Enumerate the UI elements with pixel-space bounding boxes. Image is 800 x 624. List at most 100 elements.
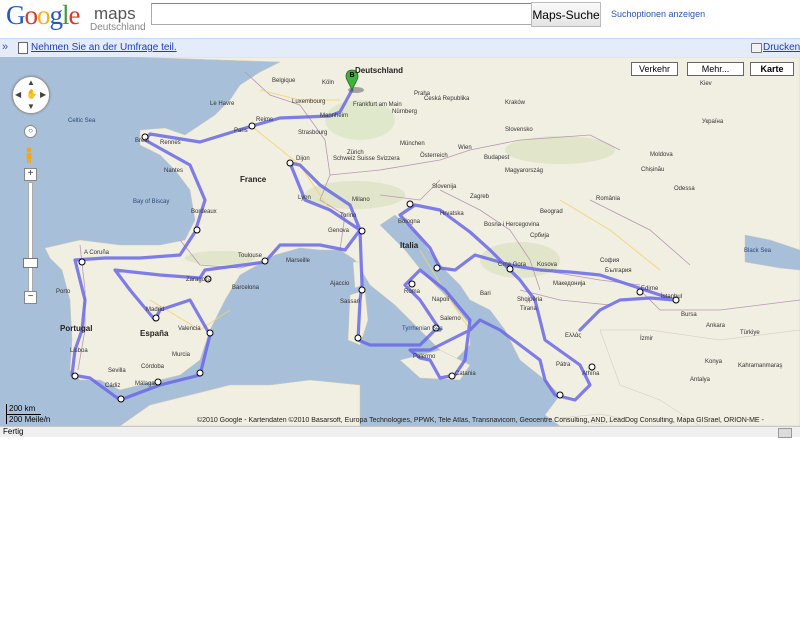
label-koln: Köln [322,80,334,86]
label-milano: Milano [352,197,370,203]
label-izmir: İzmir [640,335,653,342]
map-svg: B Deutschland France España Italia Portu… [44,57,800,426]
label-rennes: Rennes [160,140,181,146]
label-black-sea: Black Sea [744,248,772,254]
label-toulouse: Toulouse [238,253,263,259]
label-magyarorszag: Magyarország [505,168,543,174]
info-bar: » Nehmen Sie an der Umfrage teil. Drucke… [0,38,800,58]
zoom-slider-track[interactable] [28,182,33,292]
label-roma: Roma [404,289,421,295]
survey-link[interactable]: Nehmen Sie an der Umfrage teil. [31,42,177,53]
label-sassari: Sassari [340,299,360,305]
label-murcia: Murcia [172,352,191,358]
label-sofia: София [600,258,619,264]
reset-view-button[interactable]: ○ [24,125,37,138]
label-deutschland: Deutschland [355,66,403,75]
label-srbija: Србија [530,233,550,239]
label-slovenija: Slovenija [432,184,457,190]
label-zagreb: Zagreb [470,194,490,200]
label-nurnberg: Nürnberg [392,109,417,115]
label-istanbul: İstanbul [661,293,682,300]
label-schweiz: Schweiz Suisse Svizzera [333,156,400,162]
label-genova: Genova [328,228,350,234]
label-le-havre: Le Havre [210,101,235,107]
label-wien: Wien [458,145,472,151]
label-catania: Catania [455,371,476,377]
label-konya: Konya [705,359,723,365]
label-romania: România [596,196,621,202]
logo-product: maps [94,4,136,23]
label-nantes: Nantes [164,168,183,174]
expand-panel-icon[interactable]: » [2,41,8,53]
pan-right-icon[interactable]: ▶ [40,91,46,99]
label-edirne: Edirne [641,286,659,292]
label-turkiye: Türkiye [740,330,760,336]
label-shqiperia: Shqipëria [517,297,543,303]
pan-left-icon[interactable]: ◀ [15,91,21,99]
zoom-in-button[interactable]: + [24,168,37,181]
label-lyon: Lyon [298,195,311,201]
pan-up-icon[interactable]: ▲ [27,79,35,87]
label-tirana: Tirana [520,306,537,312]
label-bologna: Bologna [398,219,421,225]
search-input[interactable] [151,3,539,25]
status-icon [778,428,792,438]
label-zaragoza: Zaragoza [186,277,212,283]
zoom-out-button[interactable]: − [24,291,37,304]
traffic-button[interactable]: Verkehr [631,62,678,76]
status-bar: Fertig [0,426,800,438]
label-bulgaria: България [605,268,632,274]
label-kyiv: Kiev [700,81,712,87]
print-link[interactable]: Drucken [763,42,800,53]
zoom-slider-handle[interactable] [23,258,38,268]
label-salerno: Salerno [440,316,461,322]
label-crna-gora: Crna Gora [498,262,527,268]
status-text: Fertig [3,427,24,436]
label-torino: Torino [340,213,357,219]
label-portugal: Portugal [60,324,92,333]
pan-control[interactable]: ▲ ◀ ▶ ▼ ✋ [12,76,50,114]
pan-down-icon[interactable]: ▼ [27,103,35,111]
label-luxembourg: Luxembourg [292,99,325,105]
street-view-pegman-icon[interactable] [25,147,33,163]
scale-km: 200 km [6,404,41,415]
map-canvas[interactable]: B Deutschland France España Italia Portu… [0,57,800,426]
scale-bar: 200 km 200 Meile/n [6,404,66,424]
label-osterreich: Österreich [420,152,448,159]
logo-country: Deutschland [90,22,146,33]
label-cadiz: Cádiz [105,383,120,389]
label-dijon: Dijon [296,156,310,162]
label-athina: Athína [582,371,600,377]
label-ellas: Ελλάς [565,332,581,339]
label-kosovo: Kosova [537,262,558,268]
clipboard-icon [18,42,28,54]
header: Google maps Deutschland Maps-Suche Sucho… [0,0,800,38]
label-france: France [240,175,267,184]
map-type-button[interactable]: Karte [750,62,794,76]
maps-search-button[interactable]: Maps-Suche [531,2,601,27]
label-reims: Reims [256,117,273,123]
label-mannheim: Mannheim [320,113,348,119]
label-napoli: Napoli [432,297,449,303]
label-strasbourg: Strasbourg [298,130,327,136]
label-a-coruna: A Coruña [84,250,110,256]
more-button[interactable]: Mehr... [687,62,744,76]
search-options-link[interactable]: Suchoptionen anzeigen [611,9,705,19]
label-zurich: Zürich [347,150,364,156]
label-bursa: Bursa [681,312,697,318]
label-lisboa: Lisboa [70,348,88,354]
label-cordoba: Córdoba [141,364,165,370]
label-palermo: Palermo [413,354,436,360]
label-patra: Pátra [556,362,571,368]
label-beograd: Beograd [540,209,563,215]
label-ankara: Ankara [706,323,726,329]
label-bosna: Bosna i Hercegovina [484,222,540,228]
printer-icon [751,43,762,53]
label-bay-biscay: Bay of Biscay [133,199,169,205]
label-krakow: Kraków [505,100,526,106]
label-cesko: Česká Republika [424,95,470,102]
label-ajaccio: Ajaccio [330,281,350,287]
label-sevilla: Sevilla [108,368,126,374]
label-paris: Paris [234,128,248,134]
label-celtic-sea: Celtic Sea [68,118,96,124]
